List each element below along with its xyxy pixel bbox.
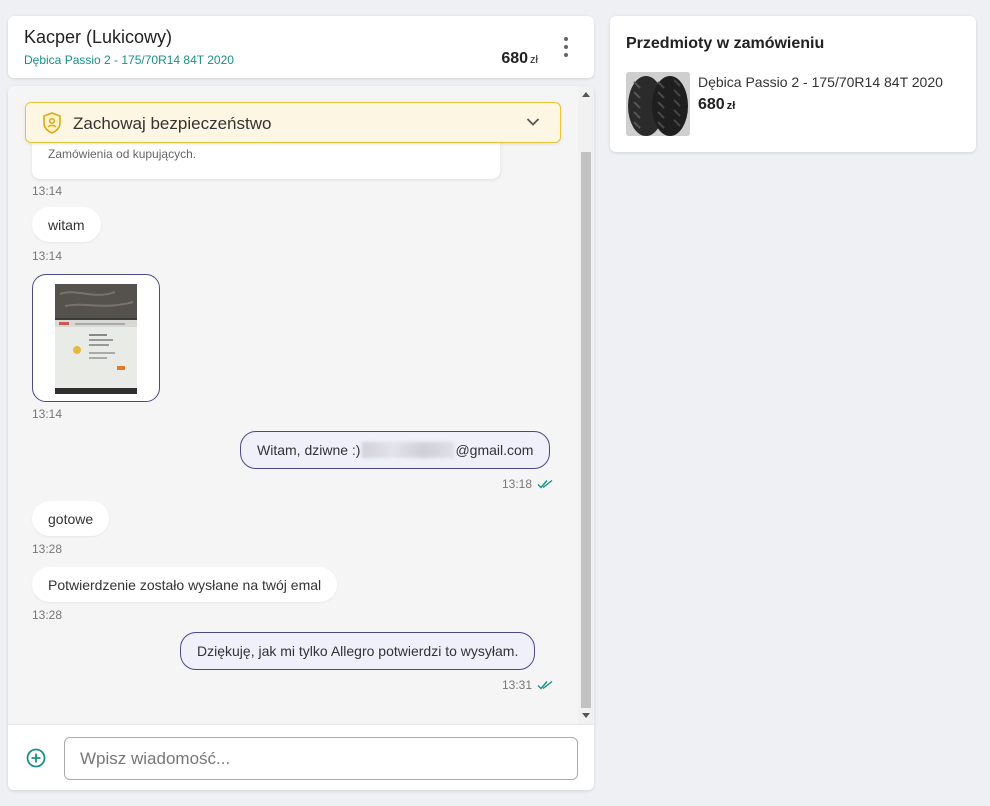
message-text: gotowe [48,510,94,527]
message-text-suffix: @gmail.com [455,442,534,458]
plus-circle-icon[interactable] [26,748,46,768]
message-time: 13:14 [32,407,63,421]
message-time: 13:18 [502,477,533,491]
offer-price-value: 680 [501,50,529,67]
incoming-message: gotowe [32,501,110,536]
item-price: 680 zł [698,96,735,114]
order-items-panel: Przedmioty w zamówieniu Dębica Passio 2 … [610,16,976,152]
double-check-icon [537,479,553,489]
offer-price: 680 zł [501,50,538,68]
message-time: 13:14 [32,249,63,263]
scrollbar-thumb[interactable] [581,152,591,708]
contact-name: Kacper (Lukicowy) [24,27,173,47]
message-time: 13:28 [32,608,63,622]
incoming-message: witam [32,207,101,242]
message-time: 13:31 [502,678,533,692]
conversation-header: Kacper (Lukicowy) Dębica Passio 2 - 175/… [8,16,594,78]
chevron-down-icon[interactable] [526,117,540,127]
message-input[interactable] [64,737,578,780]
conversation-panel: Zachowaj bezpieczeństwo Zamówienia od ku… [8,86,594,790]
message-text: Potwierdzenie zostało wysłane na twój em… [48,576,322,593]
message-text-prefix: Witam, dziwne :) [257,442,361,458]
more-options-icon[interactable] [554,34,578,60]
message-meta: 13:31 [502,678,553,692]
item-name-link[interactable]: Dębica Passio 2 - 175/70R14 84T 2020 [698,74,943,90]
item-thumbnail[interactable] [626,72,690,136]
incoming-message: Potwierdzenie zostało wysłane na twój em… [32,567,338,602]
safety-banner-label: Zachowaj bezpieczeństwo [73,114,272,133]
outgoing-message: Witam, dziwne :) @gmail.com [240,431,551,469]
order-items-title: Przedmioty w zamówieniu [626,35,825,52]
shield-icon [43,112,61,134]
item-price-value: 680 [698,96,725,113]
scroll-up-arrow-icon[interactable] [582,92,590,97]
double-check-icon [537,680,553,690]
attached-photo[interactable] [55,284,137,394]
message-composer [8,724,594,790]
message-list-scrollbar[interactable] [578,86,594,724]
scroll-down-arrow-icon[interactable] [582,713,590,718]
image-message[interactable] [32,274,160,402]
system-message-text: Zamówienia od kupujących. [48,147,197,161]
message-text: witam [48,216,85,233]
redacted-email [362,442,455,458]
message-time: 13:14 [32,184,63,198]
message-time: 13:28 [32,542,63,556]
safety-banner[interactable]: Zachowaj bezpieczeństwo [25,102,561,143]
item-price-currency: zł [726,100,736,112]
offer-title-link[interactable]: Dębica Passio 2 - 175/70R14 84T 2020 [24,53,234,67]
message-text: Dziękuję, jak mi tylko Allegro potwierdz… [197,643,519,659]
outgoing-message: Dziękuję, jak mi tylko Allegro potwierdz… [180,632,536,670]
message-meta: 13:18 [502,477,553,491]
message-list[interactable]: Zachowaj bezpieczeństwo Zamówienia od ku… [8,86,594,724]
offer-price-currency: zł [530,54,538,66]
